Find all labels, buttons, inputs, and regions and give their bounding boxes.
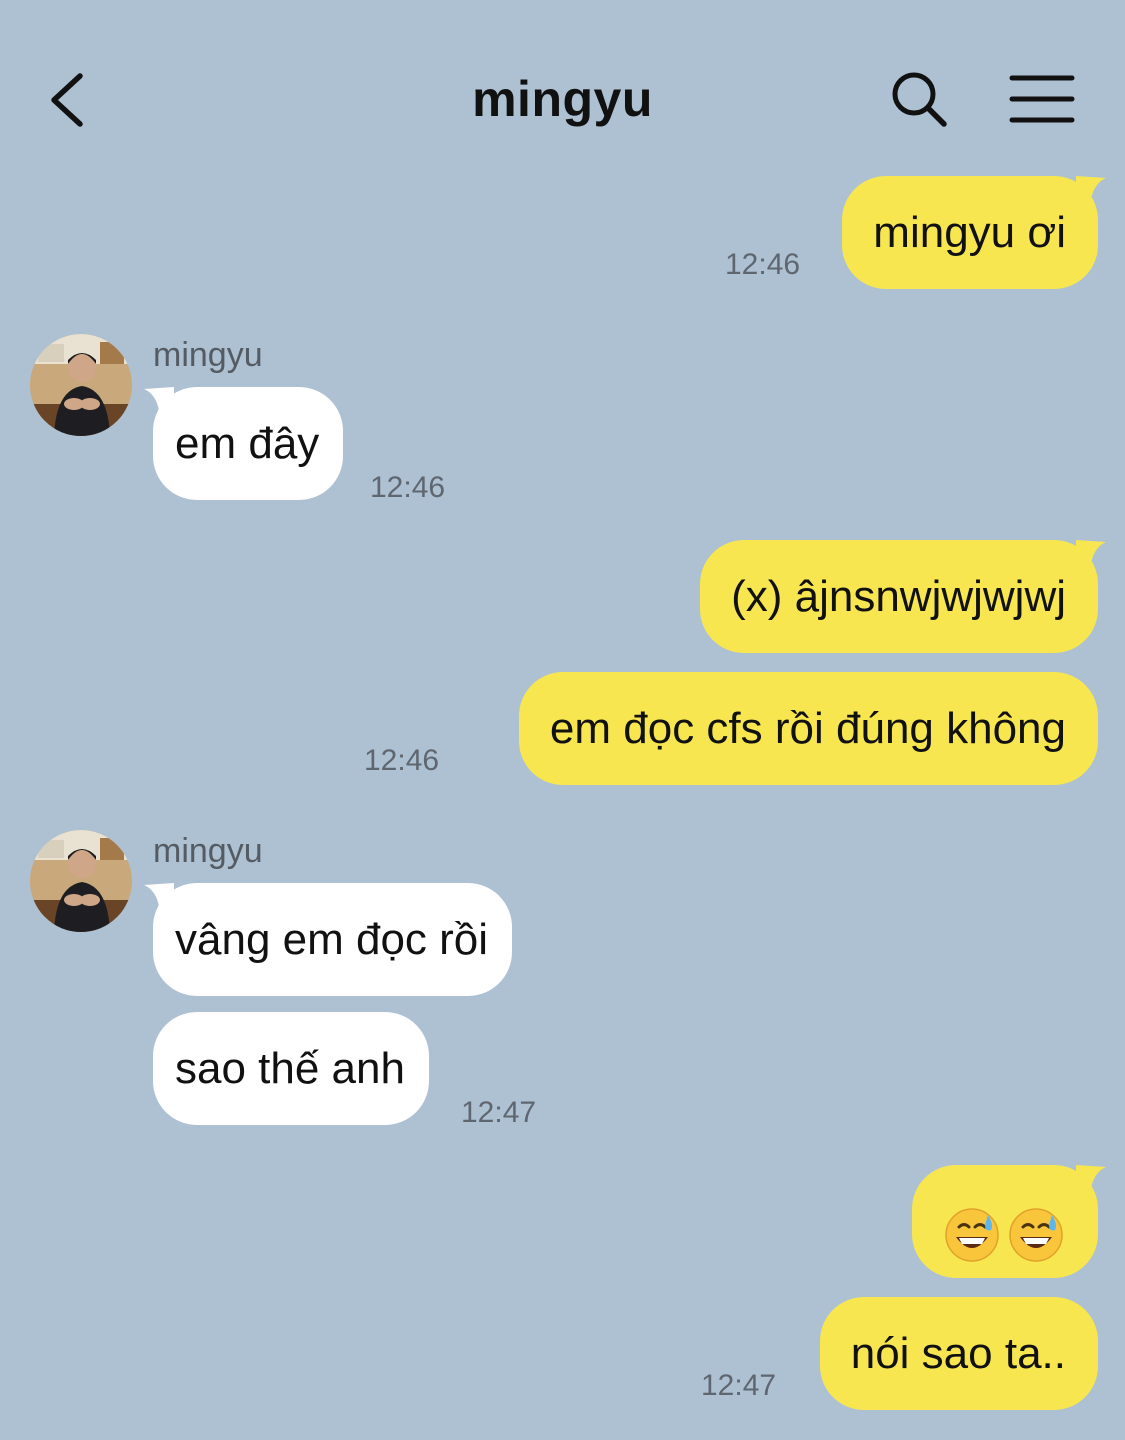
menu-button[interactable] <box>1006 70 1078 128</box>
avatar[interactable] <box>30 334 132 436</box>
message-text: em đây <box>175 419 320 468</box>
page-title: mingyu <box>472 71 653 127</box>
message-text: sao thế anh <box>175 1044 405 1093</box>
search-icon <box>892 72 947 127</box>
bubble-tail <box>1076 176 1106 206</box>
profile-photo <box>30 334 132 436</box>
sent-message-bubble[interactable]: mingyu ơi <box>842 176 1098 289</box>
message-text: mingyu ơi <box>873 208 1066 257</box>
grinning-face-with-sweat-emoji <box>1008 1192 1064 1263</box>
search-button[interactable] <box>886 66 954 134</box>
sent-message-bubble[interactable]: (x) âjnsnwjwjwjwj <box>700 540 1098 653</box>
grinning-face-with-sweat-emoji <box>944 1192 1000 1263</box>
message-timestamp: 12:47 <box>701 1369 777 1402</box>
sent-message-bubble[interactable]: nói sao ta.. <box>819 1297 1098 1410</box>
message-timestamp: 12:46 <box>370 471 446 504</box>
sent-message-bubble[interactable]: em đọc cfs rồi đúng không <box>518 672 1098 785</box>
bubble-tail <box>1076 1165 1106 1195</box>
message-timestamp: 12:47 <box>461 1096 537 1129</box>
message-timestamp: 12:46 <box>364 744 440 777</box>
sent-message-bubble[interactable] <box>912 1165 1098 1278</box>
message-timestamp: 12:46 <box>725 248 801 281</box>
received-message-bubble[interactable]: em đây <box>153 387 344 500</box>
message-text: (x) âjnsnwjwjwjwj <box>731 572 1066 621</box>
bubble-tail <box>144 883 174 913</box>
bubble-tail <box>1076 540 1106 570</box>
sender-name: mingyu <box>153 336 263 374</box>
profile-photo <box>30 830 132 932</box>
sender-name: mingyu <box>153 832 263 870</box>
bubble-tail <box>144 387 174 417</box>
message-text: vâng em đọc rồi <box>175 915 489 964</box>
received-message-bubble[interactable]: vâng em đọc rồi <box>153 883 513 996</box>
chat-screen: mingyu mingyu ơi 12:46 mingyu em đây 12:… <box>0 0 1125 1440</box>
received-message-bubble[interactable]: sao thế anh <box>153 1012 429 1125</box>
message-text: nói sao ta.. <box>850 1329 1066 1378</box>
message-text: em đọc cfs rồi đúng không <box>549 704 1066 753</box>
hamburger-menu-icon <box>1009 75 1075 123</box>
avatar[interactable] <box>30 830 132 932</box>
